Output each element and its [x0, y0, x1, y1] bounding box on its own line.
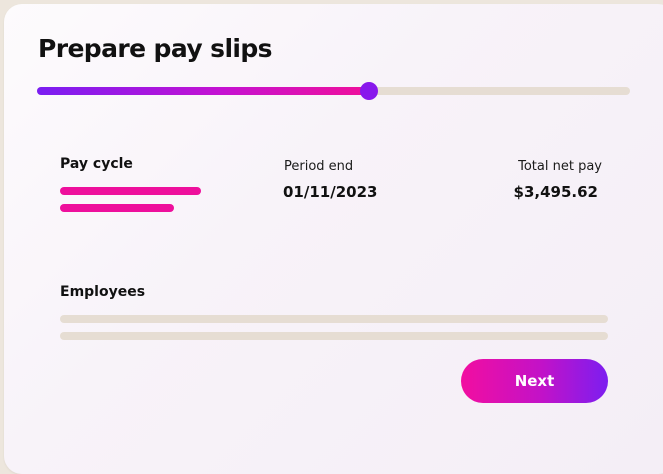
pay-cycle-placeholder-line-2	[60, 204, 174, 212]
employees-placeholder-line-2	[60, 332, 608, 340]
period-end-label: Period end	[284, 159, 354, 174]
pay-cycle-placeholder-line-1	[60, 187, 201, 195]
pay-slips-card: Prepare pay slips Pay cycle Period end 0…	[4, 4, 663, 474]
progress-thumb[interactable]	[360, 82, 379, 100]
progress-bar	[37, 82, 630, 100]
employees-label: Employees	[60, 284, 146, 300]
next-button[interactable]: Next	[461, 359, 608, 403]
progress-fill	[37, 87, 370, 95]
period-end-value: 01/11/2023	[283, 183, 378, 201]
employees-placeholder-line-1	[60, 315, 608, 323]
total-net-pay-label: Total net pay	[518, 159, 602, 174]
page-title: Prepare pay slips	[38, 34, 273, 63]
total-net-pay-value: $3,495.62	[513, 183, 598, 201]
pay-cycle-label: Pay cycle	[60, 156, 133, 172]
